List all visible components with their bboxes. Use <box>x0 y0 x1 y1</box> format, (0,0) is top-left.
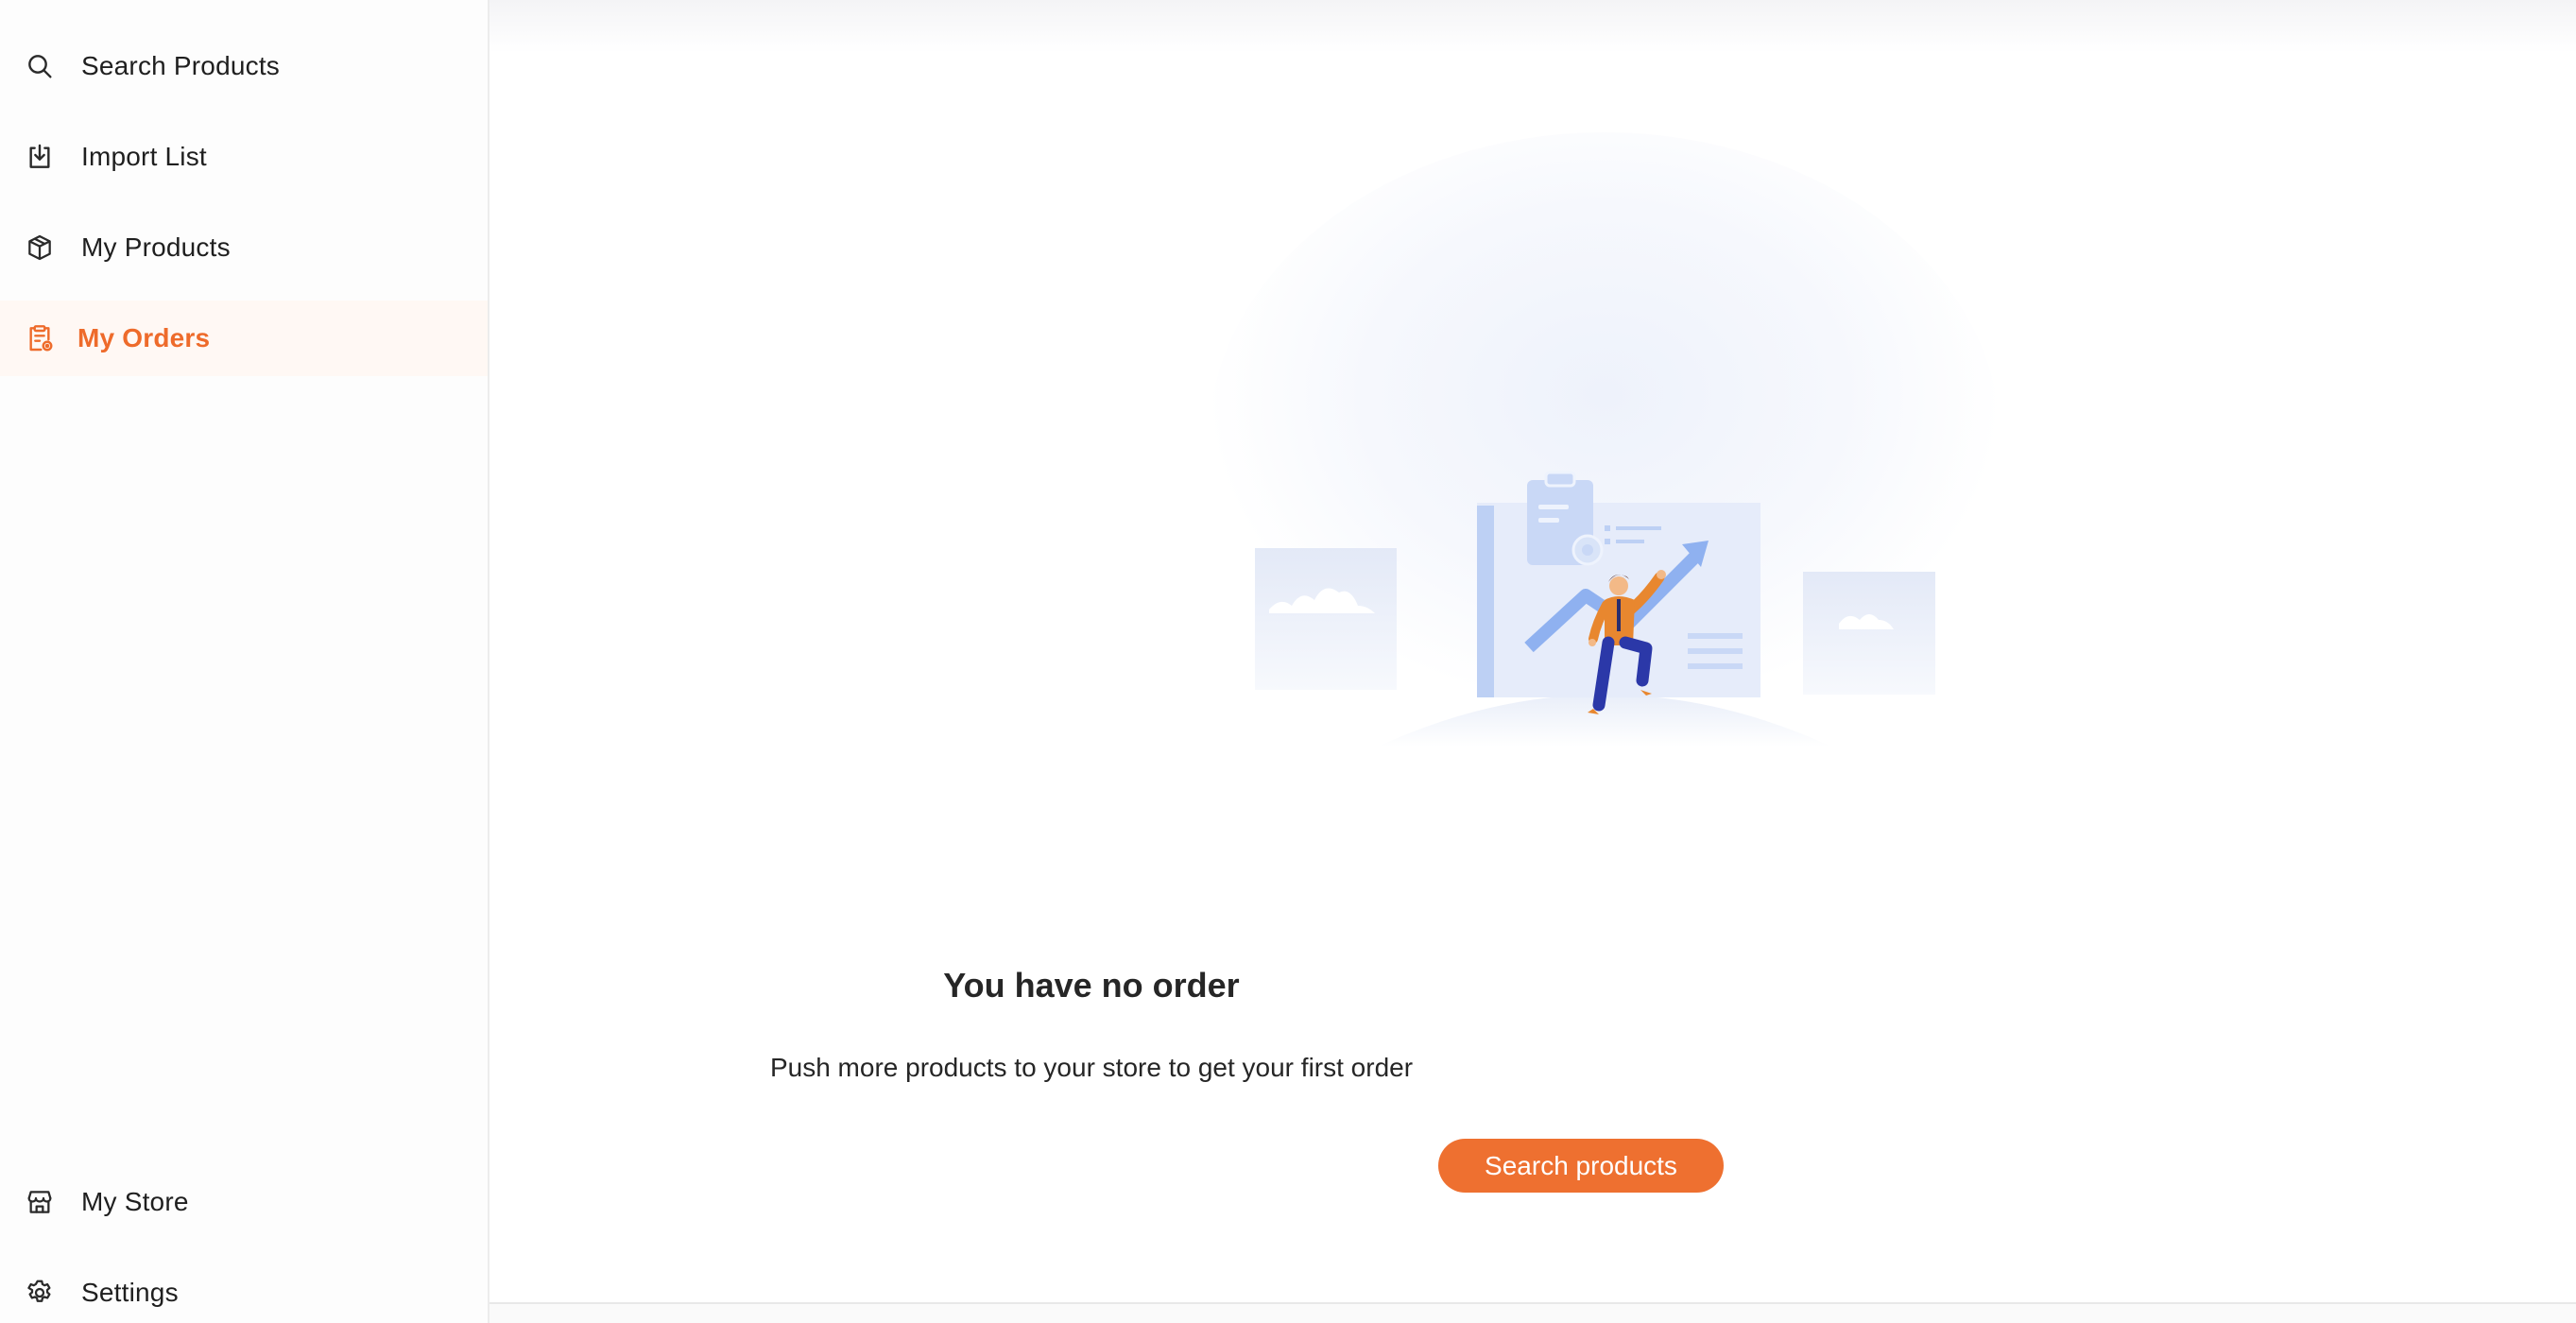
header-shadow <box>489 0 2576 53</box>
search-products-button[interactable]: Search products <box>1438 1139 1724 1193</box>
sidebar-item-label: Settings <box>81 1278 179 1307</box>
sidebar-item-label: My Products <box>81 232 231 262</box>
sidebar: Search Products Import List My Products … <box>0 0 489 1323</box>
sidebar-item-label: Import List <box>81 142 207 171</box>
sidebar-item-label: My Orders <box>77 323 211 352</box>
cube-icon <box>23 231 57 265</box>
footer-strip <box>489 1304 2576 1323</box>
sidebar-item-import-list[interactable]: Import List <box>0 119 488 195</box>
clipboard-icon <box>23 321 57 355</box>
app: Search Products Import List My Products … <box>0 0 2576 1323</box>
sidebar-item-my-orders[interactable]: My Orders <box>0 301 488 376</box>
search-icon <box>23 49 57 83</box>
gear-icon <box>23 1276 57 1310</box>
empty-state-title: You have no order <box>943 966 1240 1005</box>
download-tray-icon <box>23 140 57 174</box>
sidebar-item-search-products[interactable]: Search Products <box>0 28 488 104</box>
growth-chart-illustration <box>1208 132 2001 756</box>
sidebar-item-my-store[interactable]: My Store <box>0 1164 488 1240</box>
empty-state-subtitle: Push more products to your store to get … <box>769 1053 1414 1082</box>
sidebar-item-label: My Store <box>81 1187 189 1216</box>
main-content: You have no order Push more products to … <box>489 0 2576 1323</box>
sidebar-item-settings[interactable]: Settings <box>0 1255 488 1323</box>
sidebar-item-my-products[interactable]: My Products <box>0 210 488 285</box>
sidebar-item-label: Search Products <box>81 51 280 80</box>
storefront-icon <box>23 1185 57 1219</box>
